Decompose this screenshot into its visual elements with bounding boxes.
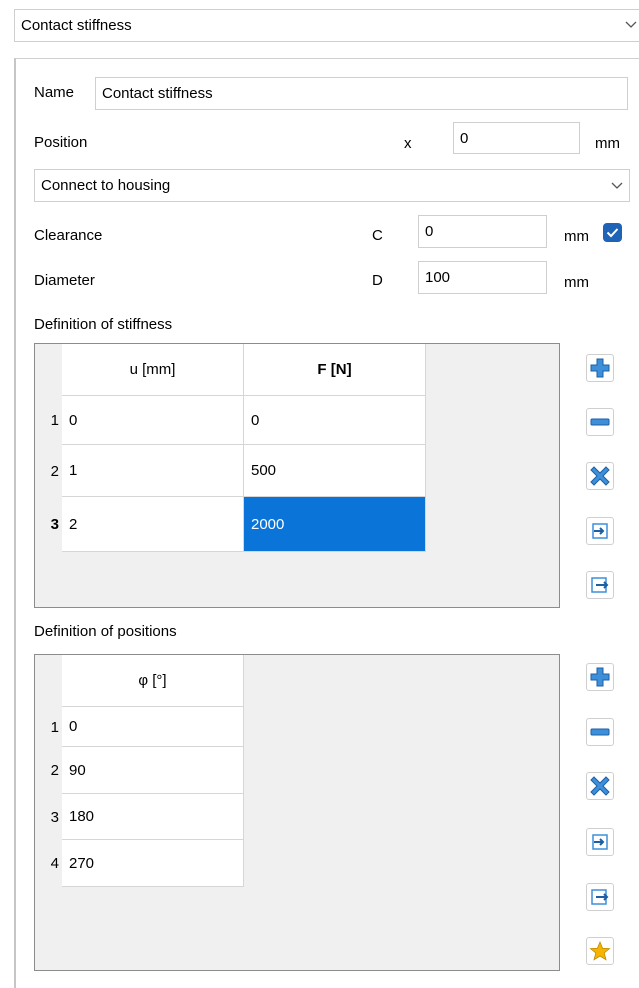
- stiffness-cell-u[interactable]: 1: [62, 445, 244, 497]
- import-icon: [592, 523, 608, 539]
- positions-row-number: 2: [50, 762, 59, 779]
- clearance-value: 0: [425, 223, 434, 240]
- clear-table-button[interactable]: [586, 462, 614, 490]
- position-unit: mm: [595, 135, 620, 152]
- stiffness-table[interactable]: u [mm] F [N] 1 0 0 2 1 500 3 2 2000: [34, 343, 560, 608]
- chevron-down-icon: [611, 182, 623, 189]
- positions-row-number: 3: [50, 808, 59, 826]
- x-icon: [590, 466, 610, 486]
- positions-header-phi[interactable]: φ [°]: [62, 655, 244, 707]
- stiffness-section-title: Definition of stiffness: [34, 316, 173, 333]
- minus-icon: [590, 728, 610, 736]
- export-icon: [591, 577, 609, 593]
- positions-cell-phi[interactable]: 180: [62, 794, 244, 840]
- export-button[interactable]: [586, 571, 614, 599]
- positions-section-title: Definition of positions: [34, 623, 177, 640]
- stiffness-cell-u[interactable]: 2: [62, 497, 244, 552]
- positions-cell-phi[interactable]: 0: [62, 707, 244, 747]
- connection-type-combo[interactable]: Connect to housing: [34, 169, 630, 202]
- diameter-label: Diameter: [34, 272, 95, 289]
- stiffness-row-number: 3: [50, 516, 59, 533]
- plus-icon: [590, 667, 610, 687]
- import-icon: [592, 834, 608, 850]
- connection-type-value: Connect to housing: [41, 177, 171, 194]
- position-field[interactable]: 0: [453, 122, 580, 154]
- clear-table-button[interactable]: [586, 772, 614, 800]
- stiffness-cell-f[interactable]: 0: [244, 396, 426, 445]
- x-icon: [590, 776, 610, 796]
- component-type-value: Contact stiffness: [21, 17, 132, 34]
- minus-icon: [590, 418, 610, 426]
- clearance-unit: mm: [564, 228, 589, 245]
- positions-cell-phi[interactable]: 270: [62, 840, 244, 887]
- name-value: Contact stiffness: [102, 85, 213, 102]
- stiffness-cell-f-selected[interactable]: 2000: [244, 497, 426, 552]
- position-label: Position: [34, 134, 88, 151]
- component-type-combo[interactable]: Contact stiffness: [14, 9, 639, 42]
- import-button[interactable]: [586, 828, 614, 856]
- add-row-button[interactable]: [586, 354, 614, 382]
- stiffness-row-number: 1: [50, 412, 59, 429]
- diameter-unit: mm: [564, 274, 589, 291]
- stiffness-header-u[interactable]: u [mm]: [62, 344, 244, 396]
- stiffness-header-f[interactable]: F [N]: [244, 344, 426, 396]
- positions-row-number: 1: [50, 718, 59, 736]
- diameter-field[interactable]: 100: [418, 261, 547, 294]
- clearance-checkbox[interactable]: [603, 223, 622, 242]
- position-value: 0: [460, 129, 469, 147]
- export-button[interactable]: [586, 883, 614, 911]
- checkmark-icon: [606, 228, 619, 238]
- add-row-button[interactable]: [586, 663, 614, 691]
- clearance-label: Clearance: [34, 227, 103, 244]
- clearance-field[interactable]: 0: [418, 215, 547, 248]
- positions-cell-phi[interactable]: 90: [62, 747, 244, 794]
- stiffness-cell-u[interactable]: 0: [62, 396, 244, 445]
- stiffness-cell-f[interactable]: 500: [244, 445, 426, 497]
- diameter-symbol: D: [372, 272, 383, 289]
- remove-row-button[interactable]: [586, 408, 614, 436]
- plus-icon: [590, 358, 610, 378]
- chevron-down-icon: [625, 21, 637, 28]
- favorite-button[interactable]: [586, 937, 614, 965]
- stiffness-row-number: 2: [50, 462, 59, 480]
- position-symbol: x: [404, 135, 412, 152]
- name-field[interactable]: Contact stiffness: [95, 77, 628, 110]
- diameter-value: 100: [425, 269, 451, 286]
- import-button[interactable]: [586, 517, 614, 545]
- positions-table[interactable]: φ [°] 1 0 2 90 3 180 4 270: [34, 654, 560, 971]
- positions-row-number: 4: [50, 855, 59, 872]
- name-label: Name: [34, 84, 75, 101]
- remove-row-button[interactable]: [586, 718, 614, 746]
- clearance-symbol: C: [372, 227, 383, 244]
- star-icon: [589, 940, 611, 961]
- export-icon: [591, 889, 609, 905]
